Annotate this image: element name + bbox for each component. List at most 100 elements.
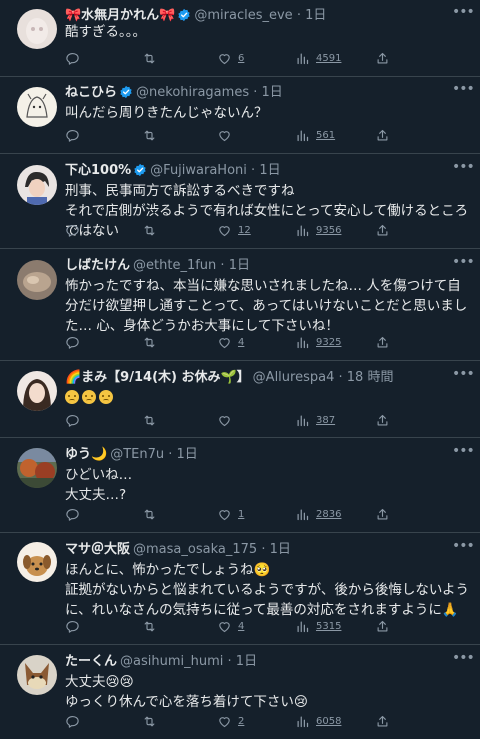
views-button[interactable]: 4591 (295, 48, 341, 68)
retweet-button[interactable] (142, 504, 163, 524)
share-button[interactable] (375, 410, 390, 430)
tweet[interactable]: ゆう🌙 @TEn7u · 1日 ••• ひどいね… 大丈夫…? 1 2836 (0, 438, 480, 533)
tweet[interactable]: しばたけん @ethte_1fun · 1日 ••• 怖かったですね、本当に嫌な思… (0, 249, 480, 361)
more-options-icon[interactable]: ••• (452, 367, 475, 388)
like-button[interactable]: 4 (217, 616, 244, 636)
tweet-actions: 1 2836 (65, 504, 395, 524)
heart-icon (219, 509, 230, 520)
avatar[interactable] (17, 542, 57, 582)
views-button[interactable]: 9325 (295, 332, 341, 352)
reply-button[interactable] (65, 48, 86, 68)
retweet-button[interactable] (142, 711, 163, 731)
share-button[interactable] (375, 332, 390, 352)
share-icon (377, 620, 388, 631)
username[interactable]: @FujiwaraHoni (150, 163, 247, 178)
views-button[interactable]: 2836 (295, 504, 341, 524)
avatar[interactable] (17, 9, 57, 49)
username[interactable]: @masa_osaka_175 (133, 542, 257, 557)
username[interactable]: @miracles_eve (194, 8, 292, 23)
display-name[interactable]: 🌈まみ【9/14(木) お休み🌱】 (65, 370, 250, 385)
retweet-button[interactable] (142, 48, 163, 68)
username[interactable]: @TEn7u (110, 447, 164, 462)
display-name[interactable]: 下心100% (65, 163, 131, 178)
views-button[interactable]: 9356 (295, 220, 341, 240)
separator: · (253, 85, 258, 100)
more-options-icon[interactable]: ••• (452, 255, 475, 276)
username[interactable]: @ethte_1fun (133, 258, 216, 273)
tweet-header: 下心100% @FujiwaraHoni · 1日 (65, 161, 450, 181)
tweet[interactable]: 🌈まみ【9/14(木) お休み🌱】 @Allurespa4 · 18 時間 •••… (0, 361, 480, 438)
retweet-button[interactable] (142, 410, 163, 430)
display-name[interactable]: たーくん (65, 654, 117, 669)
username[interactable]: @nekohiragames (136, 85, 249, 100)
share-button[interactable] (375, 48, 390, 68)
views-button[interactable]: 561 (295, 125, 335, 145)
more-options-icon[interactable]: ••• (452, 539, 475, 560)
tweet-text: 怖かったですね、本当に嫌な思いされましたね… 人を傷つけて自分だけ欲望押し通すこ… (65, 278, 468, 334)
retweet-button[interactable] (142, 220, 163, 240)
share-button[interactable] (375, 220, 390, 240)
timestamp[interactable]: 18 時間 (347, 370, 394, 385)
display-name[interactable]: ゆう🌙 (65, 447, 107, 462)
retweet-button[interactable] (142, 332, 163, 352)
username[interactable]: @asihumi_humi (120, 654, 223, 669)
views-button[interactable]: 6058 (295, 711, 341, 731)
timestamp[interactable]: 1日 (177, 447, 198, 462)
share-button[interactable] (375, 125, 390, 145)
timestamp[interactable]: 1日 (236, 654, 257, 669)
timestamp[interactable]: 1日 (259, 163, 280, 178)
share-button[interactable] (375, 616, 390, 636)
like-button[interactable]: 12 (217, 220, 251, 240)
reply-button[interactable] (65, 125, 86, 145)
reply-button[interactable] (65, 220, 86, 240)
retweet-button[interactable] (142, 125, 163, 145)
more-options-icon[interactable]: ••• (452, 160, 475, 181)
like-button[interactable]: 1 (217, 504, 244, 524)
like-button[interactable]: 4 (217, 332, 244, 352)
more-options-icon[interactable]: ••• (452, 82, 475, 103)
avatar[interactable] (17, 371, 57, 411)
display-name[interactable]: ねこひら (65, 85, 117, 100)
views-button[interactable]: 387 (295, 410, 335, 430)
display-name[interactable]: しばたけん (65, 258, 130, 273)
avatar[interactable] (17, 655, 57, 695)
tweet[interactable]: 🎀水無月かれん🎀 @miracles_eve · 1日 ••• 酷すぎる。。。 6… (0, 0, 480, 77)
timestamp[interactable]: 1日 (270, 542, 291, 557)
retweet-button[interactable] (142, 616, 163, 636)
view-count: 9356 (316, 224, 342, 236)
reply-button[interactable] (65, 332, 86, 352)
views-button[interactable]: 5315 (295, 616, 341, 636)
tweet-header: マサ＠大阪 @masa_osaka_175 · 1日 (65, 540, 450, 560)
more-options-icon[interactable]: ••• (452, 651, 475, 672)
avatar[interactable] (17, 448, 57, 488)
timestamp[interactable]: 1日 (305, 8, 326, 23)
display-name[interactable]: マサ＠大阪 (65, 542, 130, 557)
avatar[interactable] (17, 260, 57, 300)
more-options-icon[interactable]: ••• (452, 444, 475, 465)
share-button[interactable] (375, 711, 390, 731)
like-button[interactable]: 2 (217, 711, 244, 731)
display-name[interactable]: 🎀水無月かれん🎀 (65, 8, 175, 23)
like-button[interactable] (217, 125, 238, 145)
like-button[interactable]: 6 (217, 48, 244, 68)
timestamp[interactable]: 1日 (229, 258, 250, 273)
reply-button[interactable] (65, 711, 86, 731)
view-count: 5315 (316, 620, 342, 632)
like-button[interactable] (217, 410, 238, 430)
username[interactable]: @Allurespa4 (253, 370, 335, 385)
reply-button[interactable] (65, 504, 86, 524)
tweet-header: ゆう🌙 @TEn7u · 1日 (65, 445, 450, 465)
reply-button[interactable] (65, 410, 86, 430)
avatar[interactable] (17, 87, 57, 127)
tweet[interactable]: マサ＠大阪 @masa_osaka_175 · 1日 ••• ほんとに、怖かったで… (0, 533, 480, 645)
tweet[interactable]: たーくん @asihumi_humi · 1日 ••• 大丈夫😢😢 ゆっくり休んで… (0, 645, 480, 739)
timestamp[interactable]: 1日 (262, 85, 283, 100)
tweet[interactable]: 下心100% @FujiwaraHoni · 1日 ••• 刑事、民事両方で訴訟す… (0, 154, 480, 249)
reply-button[interactable] (65, 616, 86, 636)
reply-icon (66, 620, 79, 633)
tweet[interactable]: ねこひら @nekohiragames · 1日 ••• 叫んだら周りきたんじゃな… (0, 77, 480, 154)
share-button[interactable] (375, 504, 390, 524)
view-count: 387 (316, 414, 336, 426)
views-icon (297, 130, 309, 141)
avatar[interactable] (17, 165, 57, 205)
